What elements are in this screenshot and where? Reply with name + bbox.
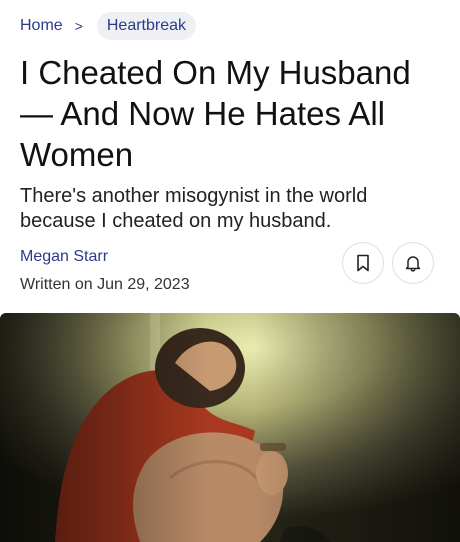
- publish-date: Written on Jun 29, 2023: [20, 276, 190, 293]
- notification-button[interactable]: [392, 242, 434, 284]
- hero-photo-illustration: [0, 313, 460, 542]
- article-title: I Cheated On My Husband — And Now He Hat…: [20, 54, 411, 173]
- hero-image: [0, 313, 460, 542]
- breadcrumb-chevron: >: [74, 18, 83, 34]
- breadcrumb-home-link[interactable]: Home: [20, 12, 63, 40]
- article-subtitle: There's another misogynist in the world …: [20, 185, 368, 232]
- bell-icon: [405, 256, 421, 272]
- breadcrumb: Home > Heartbreak: [20, 12, 197, 40]
- author-link[interactable]: Megan Starr: [20, 248, 108, 266]
- bookmark-icon: [357, 254, 369, 272]
- breadcrumb-category-chip[interactable]: Heartbreak: [96, 12, 197, 40]
- bookmark-button[interactable]: [342, 242, 384, 284]
